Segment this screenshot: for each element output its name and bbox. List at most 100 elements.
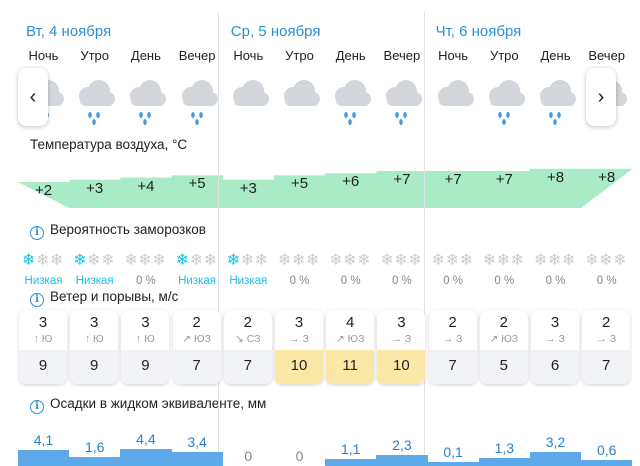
wind-gust-panel: 7 xyxy=(223,350,272,384)
period-label: Утро xyxy=(489,48,519,63)
snowflake-icon: ❄ xyxy=(124,250,138,269)
temperature-section-label: Температура воздуха, °C xyxy=(30,137,188,152)
wind-gust-panel: 6 xyxy=(531,350,579,384)
wind-speed: 3 xyxy=(294,314,304,331)
wind-gust-panel: 10 xyxy=(275,350,323,384)
wind-speed: 3 xyxy=(90,314,99,331)
wind-speed: 2 xyxy=(192,314,201,331)
temperature-value: +3 xyxy=(239,179,257,197)
snowflake-icon: ❄ xyxy=(357,250,371,269)
wind-card: 3 → З 10 xyxy=(275,310,323,384)
wind-gust: 11 xyxy=(342,357,358,374)
wind-gust-panel: 7 xyxy=(428,350,477,384)
wind-gust: 6 xyxy=(550,357,560,374)
wind-card: 3 → З 6 xyxy=(531,310,579,384)
wind-speed: 2 xyxy=(243,314,252,331)
snowflake-icon: ❄ xyxy=(408,250,422,269)
temperature-section-title: Температура воздуха, °C xyxy=(30,137,187,152)
period-label: Утро xyxy=(285,48,314,63)
wind-direction: ↑ Ю xyxy=(33,333,53,345)
frost-probability: Низкая xyxy=(178,275,217,287)
wind-gust-panel: 5 xyxy=(479,350,528,384)
temperature-value: +7 xyxy=(495,171,513,188)
wind-gust: 7 xyxy=(602,357,611,374)
frost-section-label: Вероятность заморозков xyxy=(50,222,206,237)
wind-section-label: Ветер и порывы, м/с xyxy=(50,289,179,304)
wind-card: 3 ↑ Ю 9 xyxy=(121,310,170,384)
snowflake-icon: ❄ xyxy=(203,250,217,269)
precipitation-bar xyxy=(171,451,223,466)
wind-speed: 3 xyxy=(38,314,48,331)
next-button[interactable]: › xyxy=(586,68,616,126)
precipitation-bar xyxy=(427,461,479,466)
snowflake-icon: ❄ xyxy=(36,250,50,269)
frost-probability: 0 % xyxy=(545,275,566,287)
temperature-value: +5 xyxy=(188,175,206,193)
frost-probability: Низкая xyxy=(229,275,268,287)
wind-speed: 3 xyxy=(397,314,406,331)
frost-probability: Низкая xyxy=(75,275,114,287)
precipitation-bar xyxy=(18,449,70,466)
snowflake-icon: ❄ xyxy=(254,250,269,269)
precipitation-value: 3,2 xyxy=(545,434,566,451)
wind-gust-panel: 9 xyxy=(70,350,119,384)
snowflake-icon: ❄ xyxy=(292,250,306,269)
wind-direction: ↘ СЗ xyxy=(235,333,261,345)
info-icon[interactable]: i xyxy=(30,293,44,307)
chevron-right-icon: › xyxy=(597,85,605,108)
temperature-value: +8 xyxy=(546,168,565,186)
wind-card: 2 ↗ ЮЗ 5 xyxy=(479,310,528,384)
period-label: День xyxy=(540,48,571,63)
wind-speed: 2 xyxy=(602,314,611,331)
precipitation-bar xyxy=(325,458,377,466)
precipitation-bar xyxy=(69,457,121,466)
snowflake-icon: ❄ xyxy=(562,250,576,269)
period-label: Вечер xyxy=(383,48,421,63)
info-icon[interactable]: i xyxy=(30,400,44,414)
weather-forecast-grid: Температура воздуха, °C i Вероятность зам… xyxy=(18,12,633,466)
snowflake-icon: ❄ xyxy=(87,250,101,269)
snowflake-icon: ❄ xyxy=(138,250,152,269)
wind-gust: 7 xyxy=(448,357,457,374)
cloud-rain-icon xyxy=(69,74,120,126)
precipitation-bar xyxy=(581,460,633,466)
snowflake-icon: ❄ xyxy=(50,250,64,269)
temperature-value: +3 xyxy=(86,179,104,197)
frost-probability: 0 % xyxy=(135,275,156,287)
snowflake-icon: ❄ xyxy=(380,250,394,269)
wind-gust-panel: 11 xyxy=(326,350,375,384)
frost-section-title: i Вероятность заморозков xyxy=(30,222,206,240)
wind-speed: 4 xyxy=(346,314,355,331)
cloud-rain-icon xyxy=(325,74,376,126)
precipitation-value: 1,1 xyxy=(340,440,361,457)
precipitation-bar xyxy=(530,452,582,466)
wind-speed: 3 xyxy=(141,314,150,331)
frost-probability: 0 % xyxy=(289,275,310,287)
snowflake-icon: ❄ xyxy=(613,250,627,269)
cloud-icon xyxy=(428,74,479,126)
snowflake-icon: ❄ xyxy=(548,250,562,269)
precipitation-value: 0,6 xyxy=(596,442,617,459)
wind-direction: → З xyxy=(442,333,463,345)
cloud-rain-icon xyxy=(479,74,530,126)
period-label: День xyxy=(335,48,366,63)
wind-speed: 3 xyxy=(550,314,560,331)
info-icon[interactable]: i xyxy=(30,226,44,240)
snowflake-icon: ❄ xyxy=(189,250,203,269)
precipitation-bar xyxy=(120,448,172,466)
temperature-value: +6 xyxy=(342,173,360,191)
cloud-rain-icon xyxy=(376,74,427,126)
snowflake-icon: ❄ xyxy=(278,250,292,269)
period-label: День xyxy=(130,48,161,63)
period-label: Вечер xyxy=(588,48,626,63)
wind-gust: 10 xyxy=(393,357,410,374)
prev-button[interactable]: ‹ xyxy=(18,68,48,126)
frost-probability: Низкая xyxy=(24,275,63,287)
snowflake-icon: ❄ xyxy=(240,250,255,269)
temperature-value: +8 xyxy=(598,168,616,186)
temperature-value: +7 xyxy=(444,171,462,188)
wind-speed: 2 xyxy=(499,314,508,331)
wind-gust: 9 xyxy=(90,357,99,374)
precipitation-bar xyxy=(478,458,530,466)
wind-gust-panel: 9 xyxy=(19,350,67,384)
